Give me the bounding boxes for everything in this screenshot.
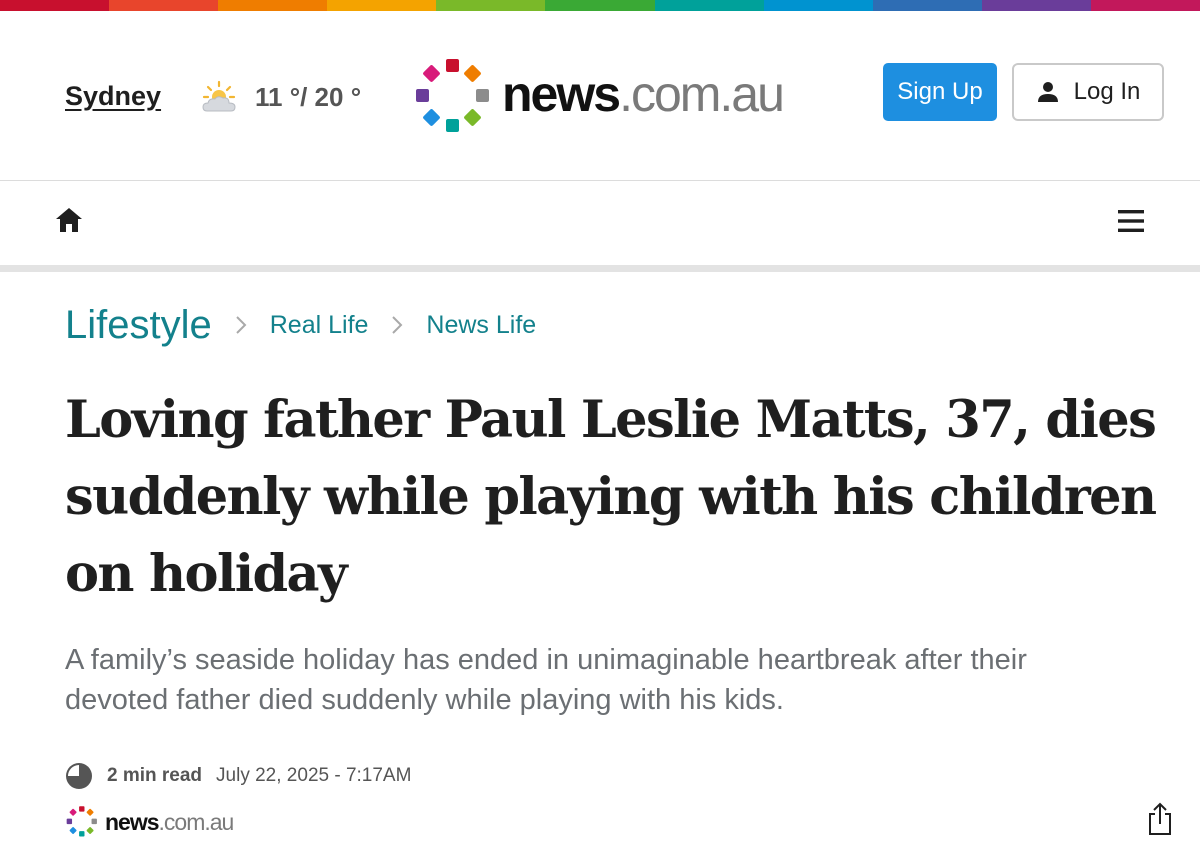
stripe-segment <box>436 0 546 11</box>
share-icon[interactable] <box>1147 802 1173 836</box>
nav-bar <box>0 180 1200 272</box>
log-in-button[interactable]: Log In <box>1012 63 1164 121</box>
masthead: Sydney 11 °/ 20 ° news.com.au Sign Up Lo <box>0 11 1200 180</box>
temperature-range: 11 °/ 20 ° <box>255 82 362 112</box>
log-in-label: Log In <box>1073 78 1141 105</box>
hamburger-menu-icon[interactable] <box>1117 208 1145 234</box>
chevron-right-icon <box>236 316 247 334</box>
logo-dots-icon <box>416 59 489 132</box>
stripe-segment <box>0 0 110 11</box>
brand-color-stripe <box>0 0 1200 11</box>
user-icon <box>1037 82 1058 102</box>
stripe-segment <box>872 0 982 11</box>
stripe-segment <box>218 0 328 11</box>
clock-icon <box>66 763 92 789</box>
breadcrumb: Lifestyle Real Life News Life <box>65 300 536 350</box>
sign-up-button[interactable]: Sign Up <box>883 63 997 121</box>
publish-date: July 22, 2025 - 7:17AM <box>216 765 412 786</box>
article-headline: Loving father Paul Leslie Matts, 37, die… <box>65 390 1157 604</box>
logo-wordmark: news.com.au <box>502 66 785 122</box>
stripe-segment <box>654 0 764 11</box>
stripe-segment <box>1090 0 1200 11</box>
read-time: 2 min read <box>107 765 203 786</box>
partly-cloudy-icon <box>202 80 236 112</box>
source-wordmark: news.com.au <box>105 808 234 835</box>
source-logo: news.com.au <box>65 804 234 840</box>
stripe-segment <box>327 0 437 11</box>
city-selector-link[interactable]: Sydney <box>65 81 161 112</box>
stripe-segment <box>545 0 655 11</box>
stripe-segment <box>763 0 873 11</box>
chevron-right-icon <box>392 316 403 334</box>
breadcrumb-news-life[interactable]: News Life <box>426 311 536 340</box>
news-logo[interactable]: news.com.au <box>412 56 792 138</box>
stripe-segment <box>109 0 219 11</box>
stripe-segment <box>981 0 1091 11</box>
logo-dots-icon <box>66 806 97 837</box>
home-icon[interactable] <box>55 206 83 234</box>
breadcrumb-real-life[interactable]: Real Life <box>270 311 369 340</box>
article-meta: 2 min read July 22, 2025 - 7:17AM <box>65 760 411 792</box>
article-standfirst: A family’s seaside holiday has ended in … <box>65 644 1027 716</box>
breadcrumb-lifestyle[interactable]: Lifestyle <box>65 303 212 348</box>
